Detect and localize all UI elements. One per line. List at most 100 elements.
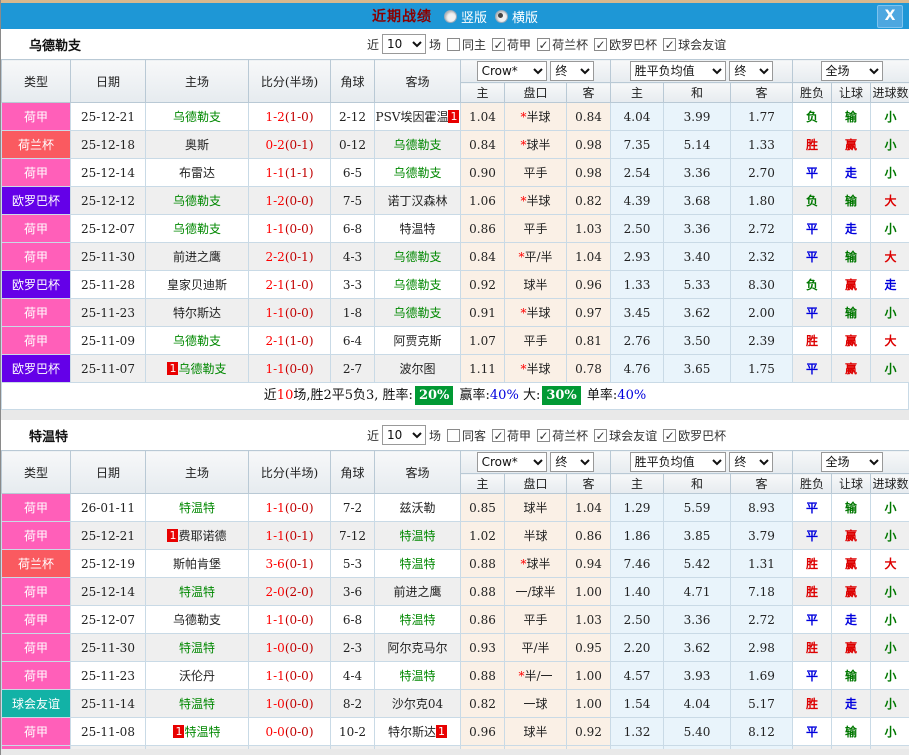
handicap-result-cell: 赢	[832, 131, 871, 159]
away-team-cell: 兹沃勒	[375, 494, 461, 522]
mean-cell: 2.93	[611, 243, 664, 271]
mean-cell: 1.33	[731, 131, 793, 159]
odds-away-cell: 0.81	[567, 327, 611, 355]
team-name: 特温特	[179, 585, 215, 599]
league-filter-label[interactable]: 荷甲	[507, 427, 531, 444]
score-cell: 0-2(0-1)	[249, 131, 331, 159]
away-team-cell: 乌德勒支	[375, 159, 461, 187]
horizontal-mode-label[interactable]: 横版	[512, 7, 538, 26]
mean-cell: 2.20	[611, 634, 664, 662]
table-row: 荷甲25-11-23特尔斯达1-1(0-0)1-8乌德勒支0.91*半球0.97…	[2, 299, 909, 327]
home-team-cell: 特温特	[146, 578, 249, 606]
mean-cell: 3.62	[664, 299, 731, 327]
match-scope-select[interactable]: 全场	[821, 61, 883, 81]
mean-cell: 7.35	[611, 131, 664, 159]
odds-line-cell: *半球	[505, 299, 567, 327]
mean-cell: 1.40	[611, 578, 664, 606]
match-scope-select[interactable]: 全场	[821, 452, 883, 472]
vertical-mode-radio[interactable]	[444, 10, 457, 23]
league-badge: 荷甲	[2, 215, 71, 243]
mean-cell: 3.45	[611, 299, 664, 327]
league-filter-label[interactable]: 荷甲	[507, 36, 531, 53]
goals-result-cell: 小	[871, 215, 909, 243]
odds-final-select[interactable]: 终	[550, 61, 594, 81]
mean-cell: 2.72	[731, 215, 793, 243]
handicap-result-cell: 输	[832, 187, 871, 215]
handicap-result-cell: 赢	[832, 327, 871, 355]
league-filter-label[interactable]: 球会友谊	[609, 427, 657, 444]
league-filter-checkbox[interactable]	[663, 38, 676, 51]
table-row: 欧罗巴杯25-12-12乌德勒支1-2(0-0)7-5诺丁汉森林1.06*半球0…	[2, 187, 909, 215]
odds-away-cell: 1.04	[567, 494, 611, 522]
away-team-cell: 乌德勒支	[375, 243, 461, 271]
odds-home-cell: 0.88	[461, 662, 505, 690]
league-filter-checkbox[interactable]	[492, 38, 505, 51]
league-filter-checkbox[interactable]	[594, 429, 607, 442]
score-cell: 0-0(0-0)	[249, 718, 331, 746]
league-filter-checkbox[interactable]	[594, 38, 607, 51]
handicap-result-cell: 走	[832, 215, 871, 243]
league-filter-checkbox[interactable]	[537, 38, 550, 51]
mean-type-select[interactable]: 胜平负均值	[630, 452, 726, 472]
away-team-cell: 前进之鹰	[375, 578, 461, 606]
same-venue-checkbox[interactable]	[447, 429, 460, 442]
league-badge: 球会友谊	[2, 690, 71, 718]
score-cell: 1-1(0-0)	[249, 606, 331, 634]
mean-group-header: 胜平负均值 终	[611, 451, 793, 474]
mean-cell: 2.98	[731, 634, 793, 662]
games-count-select[interactable]: 10	[382, 34, 426, 54]
league-badge: 荷兰杯	[2, 550, 71, 578]
games-count-select[interactable]: 10	[382, 425, 426, 445]
league-badge: 荷甲	[2, 578, 71, 606]
red-card-count-badge: 1	[436, 725, 447, 738]
odds-line-cell: *半球	[505, 103, 567, 131]
odds-final-select[interactable]: 终	[550, 452, 594, 472]
odds-source-select[interactable]: Crow*	[477, 452, 547, 472]
horizontal-mode-radio[interactable]	[495, 10, 508, 23]
same-venue-label[interactable]: 同客	[462, 427, 486, 444]
league-filter-label[interactable]: 球会友谊	[678, 36, 726, 53]
mean-cell: 5.40	[664, 718, 731, 746]
close-icon[interactable]: X	[877, 5, 903, 28]
summary-segment: 10	[277, 388, 294, 403]
same-venue-checkbox[interactable]	[447, 38, 460, 51]
near-label: 近	[367, 427, 379, 444]
league-filter-label[interactable]: 欧罗巴杯	[609, 36, 657, 53]
mean-cell: 1.86	[611, 522, 664, 550]
mean-cell: 5.14	[664, 131, 731, 159]
recent-results-window: 近期战绩 竖版 横版 X 乌德勒支近10场同主荷甲荷兰杯欧罗巴杯球会友谊类型日期…	[0, 0, 909, 755]
team-name: 乌德勒支	[393, 306, 441, 320]
mean-type-select[interactable]: 胜平负均值	[630, 61, 726, 81]
table-row: 荷甲25-11-081特温特0-0(0-0)10-2特尔斯达10.96球半0.9…	[2, 718, 909, 746]
corners-cell: 10-2	[331, 718, 375, 746]
sub-col-header: 胜负	[793, 474, 832, 494]
league-filter-checkbox[interactable]	[663, 429, 676, 442]
mean-cell: 3.36	[664, 159, 731, 187]
league-filter-checkbox[interactable]	[492, 429, 505, 442]
odds-source-select[interactable]: Crow*	[477, 61, 547, 81]
vertical-mode-label[interactable]: 竖版	[461, 7, 487, 26]
handicap-result-cell: 赢	[832, 355, 871, 383]
league-filter-checkbox[interactable]	[537, 429, 550, 442]
result-cell: 平	[793, 299, 832, 327]
league-filter-label[interactable]: 荷兰杯	[552, 427, 588, 444]
odds-line-cell: *球半	[505, 550, 567, 578]
col-header: 角球	[331, 451, 375, 494]
col-header: 日期	[71, 60, 146, 103]
mean-final-select[interactable]: 终	[729, 452, 773, 472]
goals-result-cell: 小	[871, 690, 909, 718]
matches-table: 类型日期主场比分(半场)角球客场Crow* 终胜平负均值 终全场主盘口客主和客胜…	[1, 450, 909, 755]
date-cell: 25-11-28	[71, 271, 146, 299]
same-venue-label[interactable]: 同主	[462, 36, 486, 53]
team-name: 沙尔克04	[392, 697, 443, 711]
league-filter-label[interactable]: 欧罗巴杯	[678, 427, 726, 444]
odds-away-cell: 0.98	[567, 159, 611, 187]
league-filter-label[interactable]: 荷兰杯	[552, 36, 588, 53]
mean-cell: 2.70	[731, 159, 793, 187]
mean-final-select[interactable]: 终	[729, 61, 773, 81]
near-label: 近	[367, 36, 379, 53]
result-cell: 平	[793, 159, 832, 187]
team-name: 费耶诺德	[178, 529, 226, 543]
score-cell: 1-2(0-0)	[249, 187, 331, 215]
table-row: 荷甲25-11-30前进之鹰2-2(0-1)4-3乌德勒支0.84*平/半1.0…	[2, 243, 909, 271]
